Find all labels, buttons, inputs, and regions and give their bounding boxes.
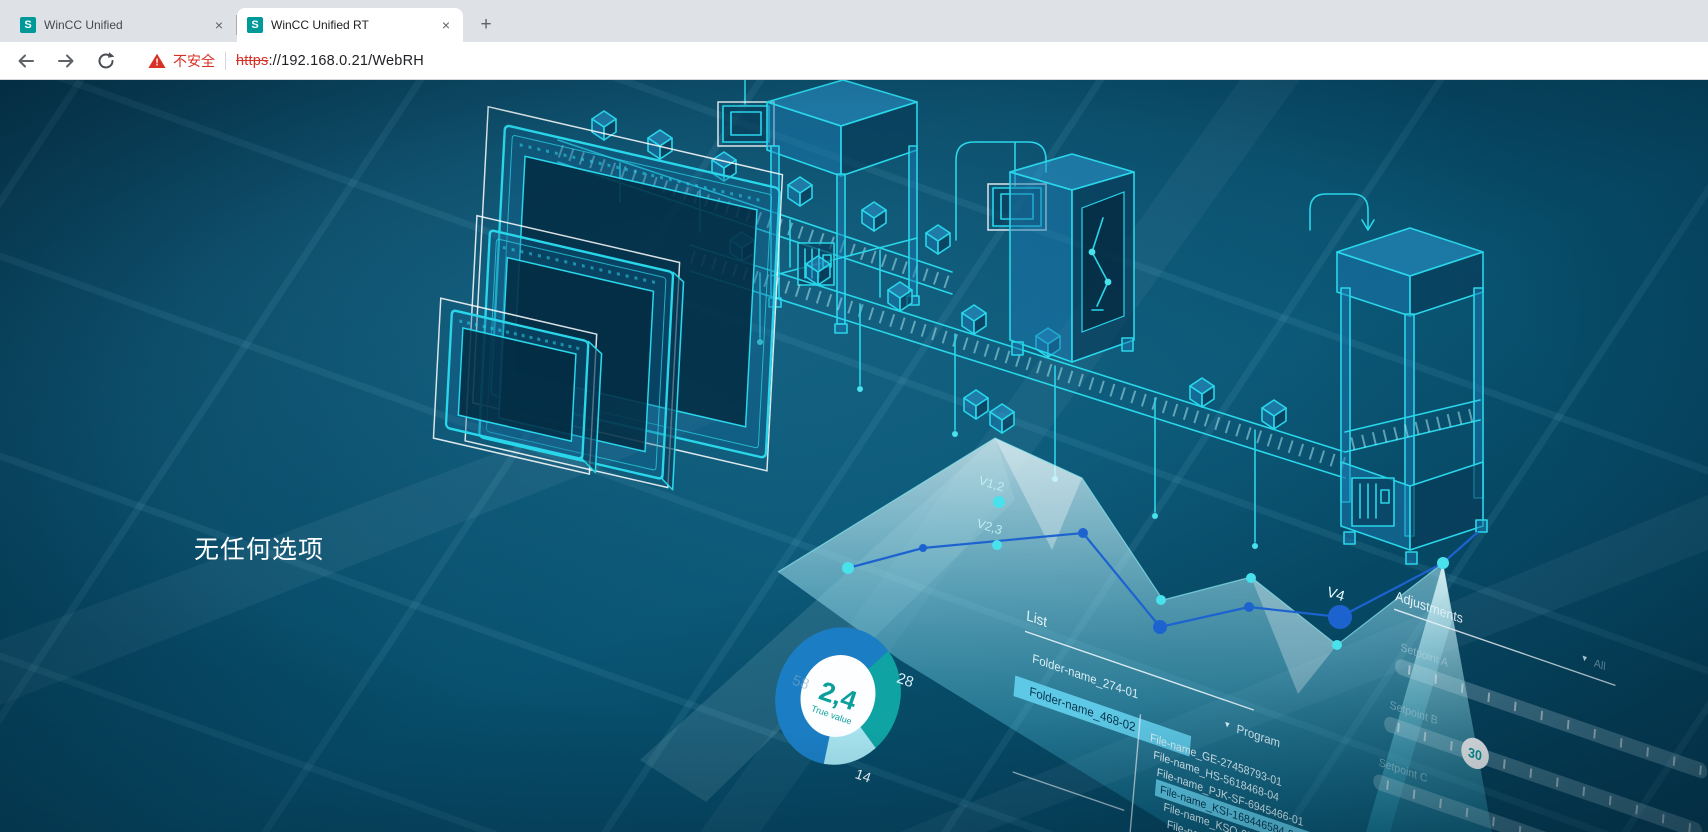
siemens-favicon-icon: S	[247, 17, 263, 33]
not-secure-label: 不安全	[173, 51, 215, 71]
reload-icon[interactable]	[94, 49, 118, 73]
url-scheme: https	[236, 53, 268, 69]
vignette	[0, 80, 1708, 832]
address-bar[interactable]: https://192.168.0.21/WebRH	[236, 53, 424, 69]
close-icon[interactable]: ×	[437, 16, 455, 34]
tab-title: WinCC Unified	[44, 18, 210, 32]
wincc-splash-illustration: V1,2 V2,3 V4 58 28 14 2,4 True value Lis…	[0, 80, 1708, 832]
no-options-message: 无任何选项	[194, 530, 324, 566]
tab-wincc-unified-rt[interactable]: S WinCC Unified RT ×	[237, 8, 463, 42]
browser-toolbar: ! 不安全 https://192.168.0.21/WebRH	[0, 42, 1708, 80]
page-viewport: V1,2 V2,3 V4 58 28 14 2,4 True value Lis…	[0, 80, 1708, 832]
tab-wincc-unified[interactable]: S WinCC Unified ×	[10, 8, 236, 42]
siemens-favicon-icon: S	[20, 17, 36, 33]
security-chip[interactable]: ! 不安全	[148, 51, 236, 71]
close-icon[interactable]: ×	[210, 16, 228, 34]
tab-strip: S WinCC Unified × S WinCC Unified RT × +	[0, 0, 1708, 42]
tab-title: WinCC Unified RT	[271, 18, 437, 32]
url-rest: ://192.168.0.21/WebRH	[268, 53, 423, 69]
svg-text:!: !	[155, 57, 158, 68]
chip-separator	[225, 52, 226, 70]
back-icon[interactable]	[14, 49, 38, 73]
warning-triangle-icon: !	[148, 53, 166, 69]
new-tab-button[interactable]: +	[473, 12, 499, 38]
forward-icon[interactable]	[54, 49, 78, 73]
